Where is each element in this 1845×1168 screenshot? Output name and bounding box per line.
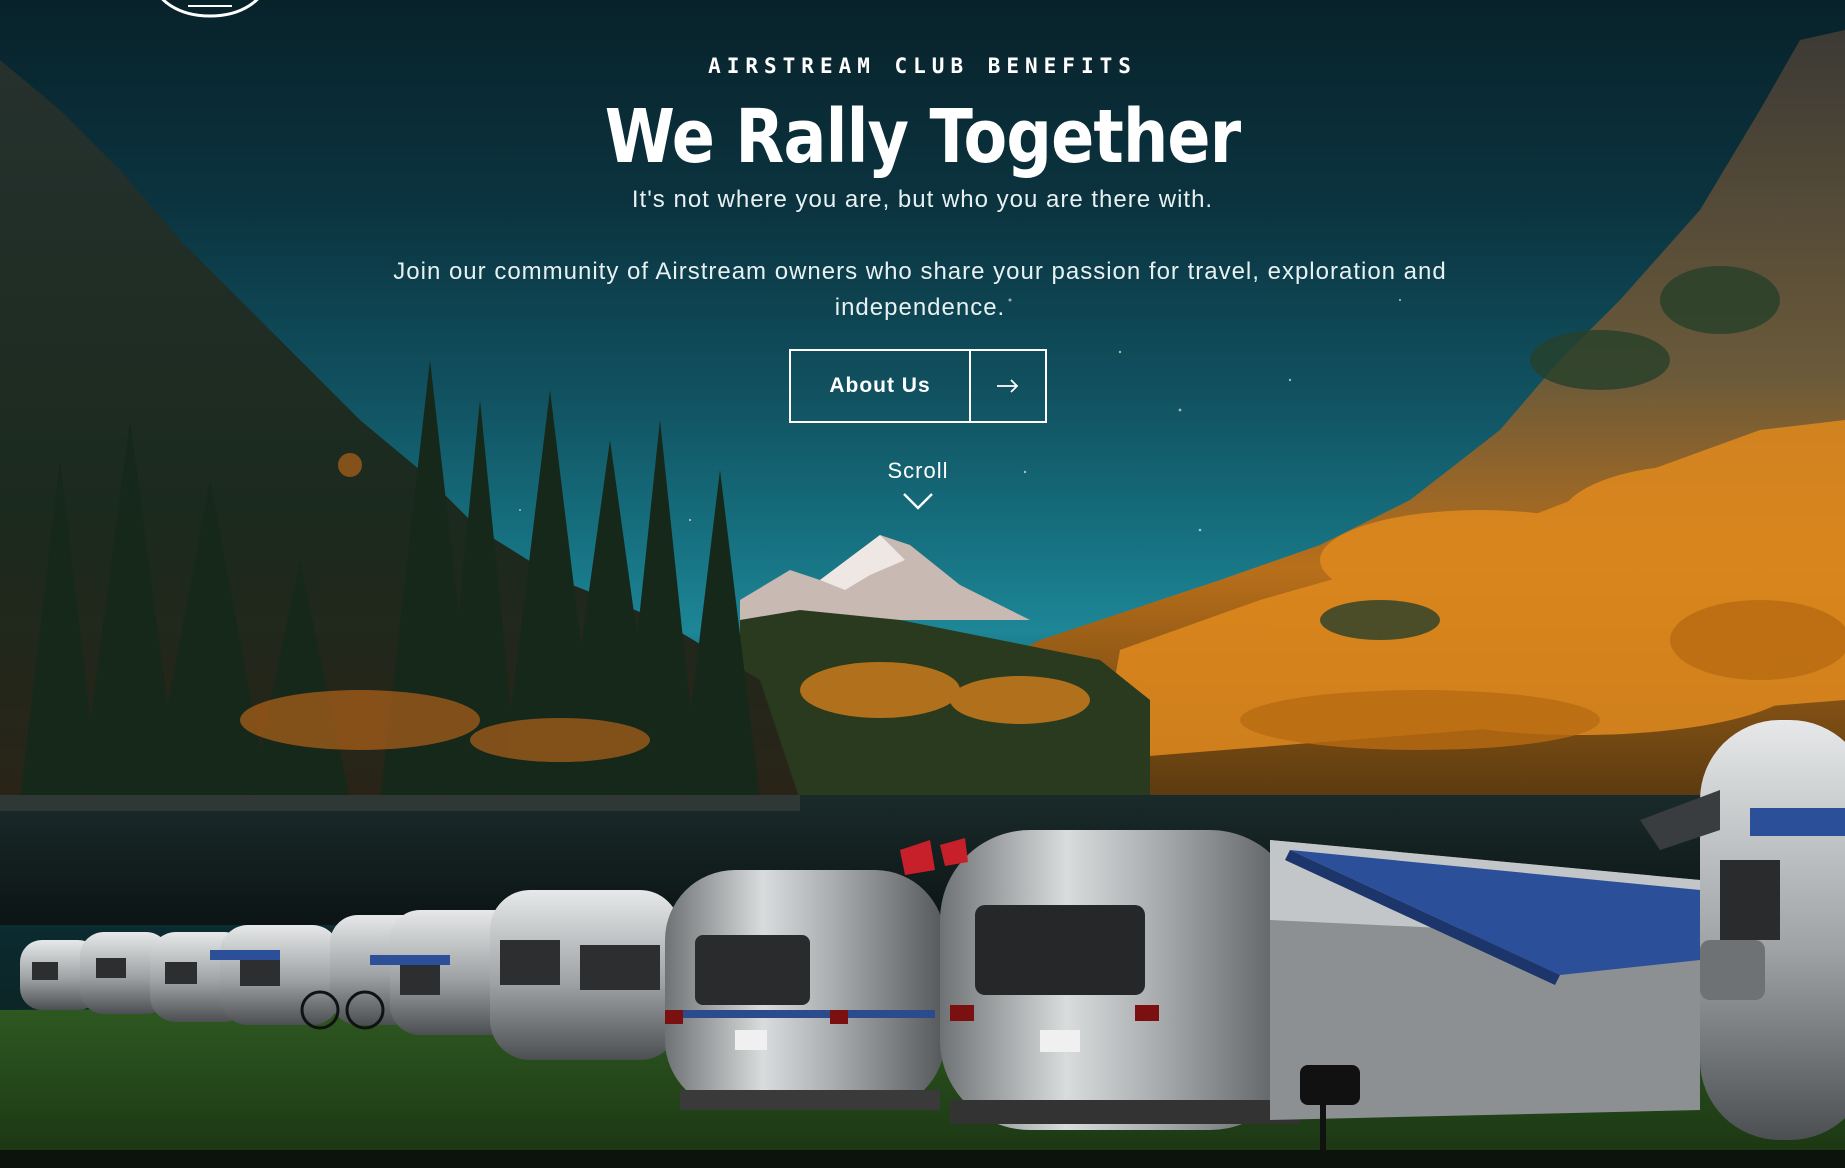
chevron-down-icon (903, 493, 933, 510)
tagline: It's not where you are, but who you are … (631, 186, 1214, 213)
about-us-button[interactable]: About Us (789, 349, 1047, 423)
intro-text: Join our community of Airstream owners w… (393, 258, 1447, 321)
about-us-label: About Us (791, 351, 971, 421)
hero-content: AIRSTREAM CLUB BENEFITS We Rally Togethe… (0, 0, 1845, 1168)
section-eyebrow: AIRSTREAM CLUB BENEFITS (708, 54, 1137, 78)
scroll-label: Scroll (887, 458, 949, 483)
scroll-indicator[interactable]: Scroll (860, 458, 976, 512)
arrow-right-icon (971, 351, 1045, 421)
hero-section: AIRSTREAM CLUB BENEFITS We Rally Togethe… (0, 0, 1845, 1168)
page-title: We Rally Together (604, 94, 1241, 180)
